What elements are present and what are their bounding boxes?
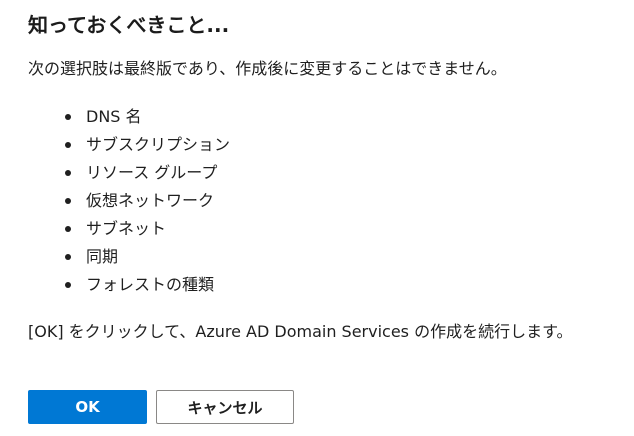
bullet-icon [65, 282, 71, 288]
bullet-icon [65, 254, 71, 260]
list-item: DNS 名 [64, 103, 606, 131]
list-item-label: リソース グループ [86, 163, 218, 182]
dialog-button-bar: OK キャンセル [28, 390, 294, 424]
cancel-button[interactable]: キャンセル [156, 390, 294, 424]
list-item: 同期 [64, 243, 606, 271]
list-item: サブスクリプション [64, 131, 606, 159]
bullet-icon [65, 170, 71, 176]
list-item: 仮想ネットワーク [64, 187, 606, 215]
bullet-icon [65, 226, 71, 232]
list-item-label: サブネット [86, 219, 167, 238]
dialog-title: 知っておくべきこと... [28, 13, 230, 37]
bullet-icon [65, 198, 71, 204]
dialog-intro-text: 次の選択肢は最終版であり、作成後に変更することはできません。 [28, 59, 507, 78]
list-item: フォレストの種類 [64, 271, 606, 299]
list-item-label: サブスクリプション [86, 135, 231, 154]
list-item: リソース グループ [64, 159, 606, 187]
list-item-label: 仮想ネットワーク [86, 191, 215, 210]
list-item-label: 同期 [86, 247, 119, 266]
list-item-label: DNS 名 [86, 107, 142, 126]
ok-button[interactable]: OK [28, 390, 147, 424]
list-item-label: フォレストの種類 [86, 275, 215, 294]
bullet-icon [65, 142, 71, 148]
dialog-outro-text: [OK] をクリックして、Azure AD Domain Services の作… [28, 322, 573, 341]
final-settings-list: DNS 名 サブスクリプション リソース グループ 仮想ネットワーク サブネット… [28, 103, 606, 299]
confirmation-dialog: 知っておくべきこと... 次の選択肢は最終版であり、作成後に変更することはできま… [0, 0, 634, 436]
list-item: サブネット [64, 215, 606, 243]
bullet-icon [65, 114, 71, 120]
